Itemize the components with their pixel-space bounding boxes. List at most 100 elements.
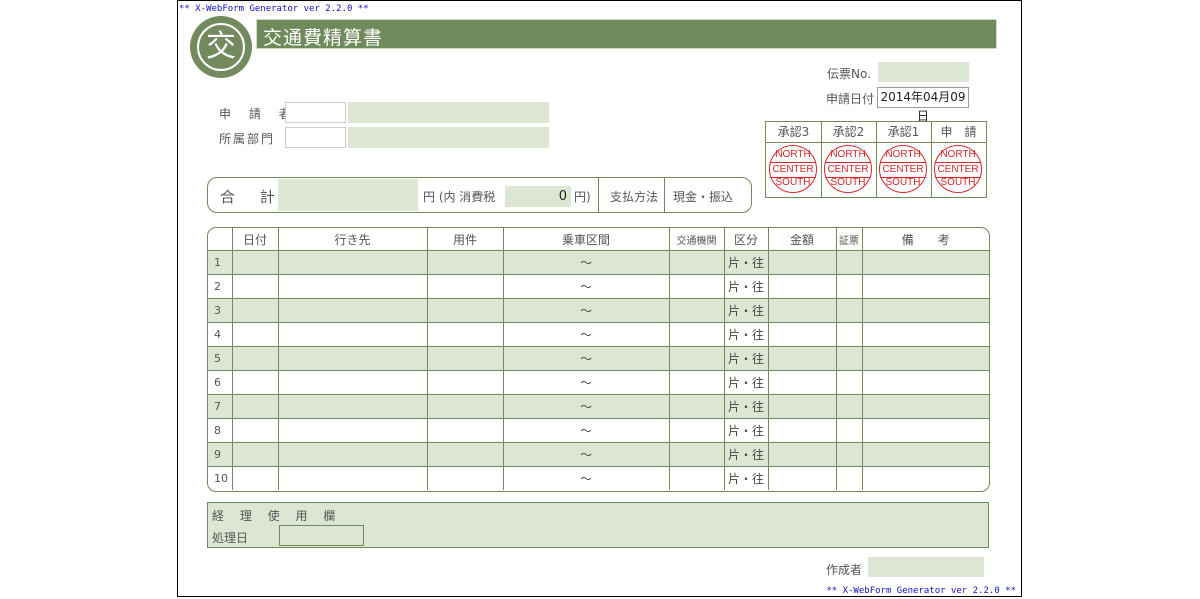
route-cell[interactable]: 〜 <box>503 346 670 371</box>
purpose-cell[interactable] <box>427 274 504 299</box>
purpose-cell[interactable] <box>427 250 504 275</box>
receipt-cell[interactable] <box>836 322 863 347</box>
receipt-cell[interactable] <box>836 370 863 395</box>
total-amount-field[interactable] <box>278 179 418 211</box>
approval-stamp-3[interactable]: NORTH CENTER SOUTH <box>769 145 817 193</box>
notes-cell[interactable] <box>862 322 989 347</box>
date-cell[interactable] <box>232 346 279 371</box>
kubun-cell[interactable]: 片・往 <box>724 442 769 467</box>
amount-cell[interactable] <box>768 394 837 419</box>
request-date-field[interactable]: 2014年04月09日 <box>877 87 969 123</box>
amount-cell[interactable] <box>768 250 837 275</box>
transport-cell[interactable] <box>669 250 725 275</box>
amount-cell[interactable] <box>768 346 837 371</box>
kubun-cell[interactable]: 片・往 <box>724 322 769 347</box>
applicant-code-field[interactable] <box>285 102 346 123</box>
transport-cell[interactable] <box>669 442 725 467</box>
amount-cell[interactable] <box>768 442 837 467</box>
voucher-no-field[interactable] <box>878 62 969 82</box>
destination-cell[interactable] <box>278 322 428 347</box>
transport-cell[interactable] <box>669 298 725 323</box>
route-cell[interactable]: 〜 <box>503 418 670 443</box>
approval-stamp-1[interactable]: NORTH CENTER SOUTH <box>879 145 927 193</box>
approval-stamp-apply[interactable]: NORTH CENTER SOUTH <box>934 145 982 193</box>
receipt-cell[interactable] <box>836 442 863 467</box>
receipt-cell[interactable] <box>836 274 863 299</box>
receipt-cell[interactable] <box>836 250 863 275</box>
kubun-cell[interactable]: 片・往 <box>724 466 769 490</box>
purpose-cell[interactable] <box>427 394 504 419</box>
amount-cell[interactable] <box>768 322 837 347</box>
amount-cell[interactable] <box>768 466 837 490</box>
dept-name-field[interactable] <box>348 127 549 148</box>
receipt-cell[interactable] <box>836 418 863 443</box>
route-cell[interactable]: 〜 <box>503 466 670 490</box>
transport-cell[interactable] <box>669 418 725 443</box>
date-cell[interactable] <box>232 298 279 323</box>
route-cell[interactable]: 〜 <box>503 274 670 299</box>
purpose-cell[interactable] <box>427 298 504 323</box>
kubun-cell[interactable]: 片・往 <box>724 346 769 371</box>
route-cell[interactable]: 〜 <box>503 322 670 347</box>
receipt-cell[interactable] <box>836 394 863 419</box>
date-cell[interactable] <box>232 250 279 275</box>
purpose-cell[interactable] <box>427 322 504 347</box>
date-cell[interactable] <box>232 442 279 467</box>
processing-date-field[interactable] <box>279 525 364 546</box>
kubun-cell[interactable]: 片・往 <box>724 250 769 275</box>
date-cell[interactable] <box>232 370 279 395</box>
destination-cell[interactable] <box>278 346 428 371</box>
destination-cell[interactable] <box>278 370 428 395</box>
amount-cell[interactable] <box>768 274 837 299</box>
route-cell[interactable]: 〜 <box>503 394 670 419</box>
notes-cell[interactable] <box>862 370 989 395</box>
tax-amount-field[interactable]: 0 <box>505 186 571 207</box>
receipt-cell[interactable] <box>836 346 863 371</box>
date-cell[interactable] <box>232 394 279 419</box>
kubun-cell[interactable]: 片・往 <box>724 418 769 443</box>
destination-cell[interactable] <box>278 442 428 467</box>
purpose-cell[interactable] <box>427 442 504 467</box>
notes-cell[interactable] <box>862 467 989 491</box>
amount-cell[interactable] <box>768 370 837 395</box>
transport-cell[interactable] <box>669 370 725 395</box>
purpose-cell[interactable] <box>427 418 504 443</box>
purpose-cell[interactable] <box>427 346 504 371</box>
transport-cell[interactable] <box>669 322 725 347</box>
amount-cell[interactable] <box>768 418 837 443</box>
route-cell[interactable]: 〜 <box>503 370 670 395</box>
date-cell[interactable] <box>232 466 279 490</box>
kubun-cell[interactable]: 片・往 <box>724 370 769 395</box>
destination-cell[interactable] <box>278 250 428 275</box>
amount-cell[interactable] <box>768 298 837 323</box>
destination-cell[interactable] <box>278 418 428 443</box>
destination-cell[interactable] <box>278 394 428 419</box>
transport-cell[interactable] <box>669 394 725 419</box>
purpose-cell[interactable] <box>427 370 504 395</box>
route-cell[interactable]: 〜 <box>503 298 670 323</box>
transport-cell[interactable] <box>669 346 725 371</box>
date-cell[interactable] <box>232 418 279 443</box>
transport-cell[interactable] <box>669 274 725 299</box>
notes-cell[interactable] <box>862 274 989 299</box>
dept-code-field[interactable] <box>285 127 346 148</box>
creator-field[interactable] <box>868 557 984 577</box>
notes-cell[interactable] <box>862 298 989 323</box>
receipt-cell[interactable] <box>836 466 863 490</box>
destination-cell[interactable] <box>278 466 428 490</box>
notes-cell[interactable] <box>862 346 989 371</box>
kubun-cell[interactable]: 片・往 <box>724 298 769 323</box>
applicant-name-field[interactable] <box>348 102 549 123</box>
destination-cell[interactable] <box>278 298 428 323</box>
notes-cell[interactable] <box>862 250 989 275</box>
pay-method-value[interactable]: 現金・振込 <box>673 188 733 205</box>
date-cell[interactable] <box>232 274 279 299</box>
route-cell[interactable]: 〜 <box>503 250 670 275</box>
purpose-cell[interactable] <box>427 466 504 490</box>
notes-cell[interactable] <box>862 394 989 419</box>
transport-cell[interactable] <box>669 466 725 490</box>
receipt-cell[interactable] <box>836 298 863 323</box>
destination-cell[interactable] <box>278 274 428 299</box>
kubun-cell[interactable]: 片・往 <box>724 394 769 419</box>
notes-cell[interactable] <box>862 418 989 443</box>
